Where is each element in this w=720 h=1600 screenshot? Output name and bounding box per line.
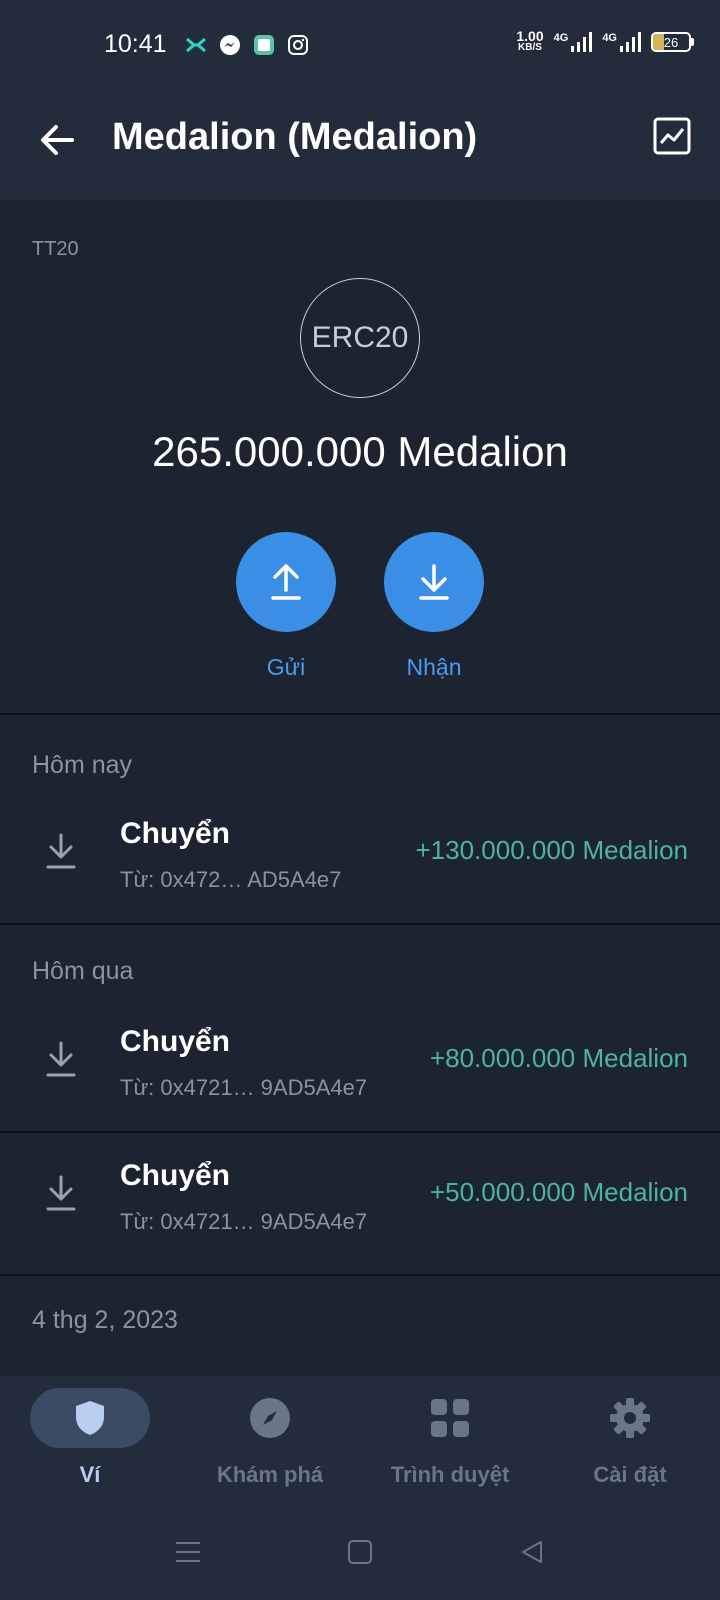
transaction-row[interactable]: Chuyển Từ: 0x472… AD5A4e7 +130.000.000 M… <box>0 791 720 931</box>
price-chart-button[interactable] <box>652 116 692 156</box>
send-label: Gửi <box>266 654 306 680</box>
send-button[interactable] <box>236 532 336 632</box>
signal-bars-icon <box>571 32 593 52</box>
messenger-icon <box>218 33 242 57</box>
transaction-group-today: Hôm nay Chuyển Từ: 0x472… AD5A4e7 +130.0… <box>0 717 720 925</box>
transaction-group-yesterday-2: Chuyển Từ: 0x4721… 9AD5A4e7 +50.000.000 … <box>0 1133 720 1276</box>
grid-icon <box>431 1399 469 1437</box>
nav-label-browser: Trình duyệt <box>390 1462 510 1487</box>
receive-label: Nhận <box>406 654 462 680</box>
system-status: 1.00 KB/S 4G 4G 26 <box>516 29 694 54</box>
network-speed: 1.00 KB/S <box>516 29 543 54</box>
receive-transaction-icon <box>46 1175 76 1211</box>
date-header: 4 thg 2, 2023 <box>32 1306 178 1334</box>
network-label: TT20 <box>32 238 79 260</box>
menu-icon <box>176 1542 200 1562</box>
x-app-icon <box>184 33 208 57</box>
receive-transaction-icon <box>46 1041 76 1077</box>
network-type-1: 4G <box>553 32 569 44</box>
receive-action[interactable]: Nhận <box>384 532 484 681</box>
transaction-from: Từ: 0x4721… 9AD5A4e7 <box>120 1075 368 1100</box>
app-icon <box>252 33 276 57</box>
nav-settings-icon-wrap[interactable] <box>570 1388 690 1448</box>
nav-label-settings: Cài đặt <box>593 1462 667 1487</box>
back-triangle-icon <box>522 1541 542 1563</box>
shield-icon <box>76 1401 104 1435</box>
transaction-from: Từ: 0x472… AD5A4e7 <box>120 867 342 892</box>
date-header: Hôm qua <box>32 957 134 985</box>
nav-item-browser[interactable]: Trình duyệt <box>360 1388 540 1488</box>
page-title: Medalion (Medalion) <box>112 116 478 158</box>
nav-item-discover[interactable]: Khám phá <box>180 1388 360 1488</box>
notification-icons <box>184 33 310 57</box>
transaction-title: Chuyển <box>120 1159 231 1192</box>
system-back-button[interactable] <box>512 1532 552 1572</box>
transaction-title: Chuyển <box>120 817 231 850</box>
transaction-group-yesterday: Hôm qua Chuyển Từ: 0x4721… 9AD5A4e7 +80.… <box>0 925 720 1133</box>
compass-icon <box>250 1398 290 1438</box>
transaction-amount: +50.000.000 Medalion <box>429 1177 688 1207</box>
receive-transaction-icon <box>46 833 76 869</box>
status-bar: 10:41 1.00 KB/S 4G 4G 26 <box>0 0 720 90</box>
upload-icon <box>271 564 301 600</box>
chart-icon <box>653 117 691 155</box>
nav-browser-icon-wrap[interactable] <box>390 1388 510 1448</box>
battery-indicator: 26 <box>651 32 694 52</box>
token-balance: 265.000.000 Medalion <box>152 428 568 475</box>
nav-label-discover: Khám phá <box>216 1462 324 1487</box>
system-home-button[interactable] <box>340 1532 380 1572</box>
battery-level: 26 <box>663 34 679 50</box>
signal-2: 4G <box>602 32 641 52</box>
nav-discover-icon-wrap[interactable] <box>210 1388 330 1448</box>
transaction-row[interactable]: Chuyển Từ: 0x4721… 9AD5A4e7 +50.000.000 … <box>0 1133 720 1273</box>
network-type-2: 4G <box>602 32 617 44</box>
arrow-left-icon <box>41 125 74 155</box>
token-logo: ERC20 <box>300 278 420 398</box>
transaction-group-older: 4 thg 2, 2023 <box>0 1276 720 1376</box>
transaction-amount: +130.000.000 Medalion <box>415 835 688 865</box>
home-square-icon <box>348 1540 372 1564</box>
nav-item-settings[interactable]: Cài đặt <box>540 1388 720 1488</box>
nav-label-wallet: Ví <box>79 1462 101 1487</box>
system-menu-button[interactable] <box>168 1532 208 1572</box>
transaction-amount: +80.000.000 Medalion <box>429 1043 688 1073</box>
battery-icon: 26 <box>651 32 691 52</box>
instagram-icon <box>286 33 310 57</box>
nav-wallet-pill[interactable] <box>30 1388 150 1448</box>
date-header: Hôm nay <box>32 751 133 779</box>
gear-icon <box>610 1398 650 1438</box>
send-action[interactable]: Gửi <box>236 532 336 681</box>
back-button[interactable] <box>34 116 82 164</box>
transaction-from: Từ: 0x4721… 9AD5A4e7 <box>120 1209 368 1234</box>
download-icon <box>419 564 449 600</box>
nav-item-wallet[interactable]: Ví <box>0 1388 180 1488</box>
signal-bars-icon <box>620 32 641 52</box>
receive-button[interactable] <box>384 532 484 632</box>
app-bar: Medalion (Medalion) <box>0 90 720 200</box>
transaction-title: Chuyển <box>120 1025 231 1058</box>
token-logo-text: ERC20 <box>311 321 409 354</box>
token-header: TT20 ERC20 265.000.000 Medalion Gửi Nhận <box>0 200 720 715</box>
status-time: 10:41 <box>104 30 167 58</box>
transaction-row[interactable]: Chuyển Từ: 0x4721… 9AD5A4e7 +80.000.000 … <box>0 999 720 1139</box>
signal-1: 4G <box>554 32 593 52</box>
speed-unit: KB/S <box>518 42 542 53</box>
